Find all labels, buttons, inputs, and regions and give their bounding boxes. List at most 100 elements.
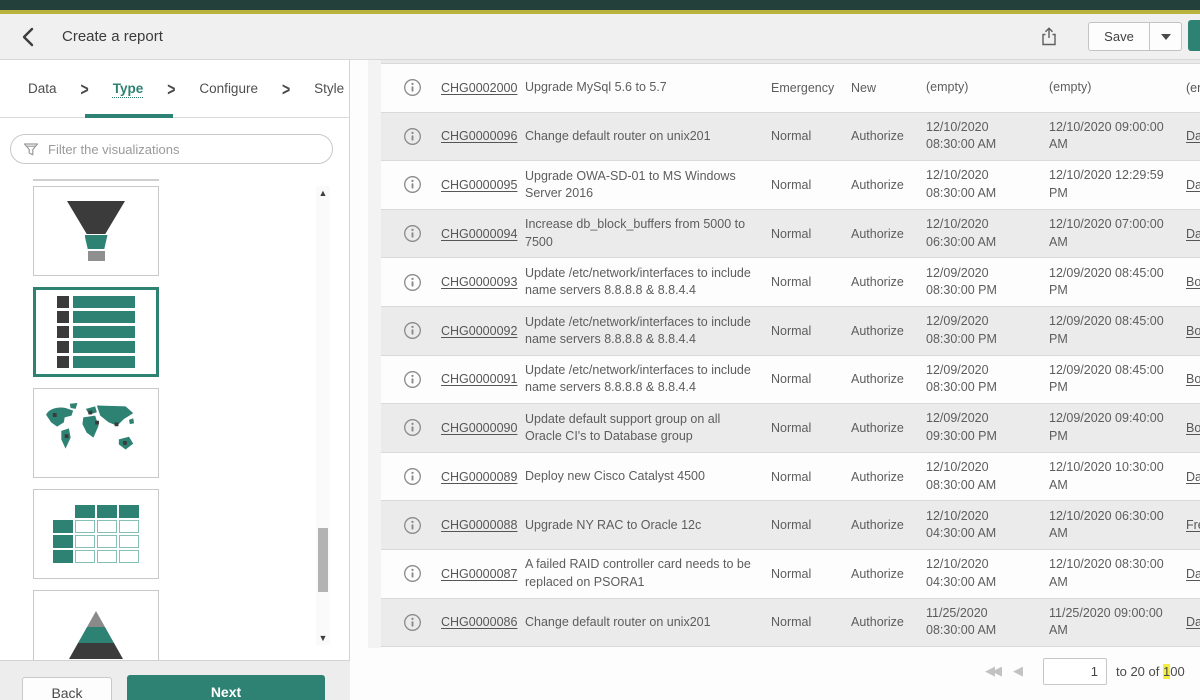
record-priority: Normal [771, 421, 851, 435]
table-row[interactable]: CHG0000086 Change default router on unix… [381, 599, 1200, 648]
record-state: Authorize [851, 372, 926, 386]
info-icon[interactable] [403, 564, 422, 583]
record-description: Deploy new Cisco Catalyst 4500 [525, 468, 771, 485]
info-icon[interactable] [403, 516, 422, 535]
table-row[interactable]: CHG0000094 Increase db_block_buffers fro… [381, 210, 1200, 259]
app-header: Create a report Save [0, 14, 1200, 60]
previous-page-icon[interactable]: ◀ [1013, 663, 1023, 679]
record-priority: Normal [771, 615, 851, 629]
info-icon[interactable] [403, 418, 422, 437]
record-assigned-link[interactable]: Dav [1186, 615, 1200, 629]
record-assigned-link[interactable]: Bow [1186, 421, 1200, 435]
info-icon[interactable] [403, 370, 422, 389]
record-number-link[interactable]: CHG0000096 [441, 129, 525, 143]
record-end-date: 12/09/2020 09:40:00 PM [1049, 410, 1186, 445]
table-row[interactable]: CHG0000095 Upgrade OWA-SD-01 to MS Windo… [381, 161, 1200, 210]
record-start-date: 12/09/2020 08:30:00 PM [926, 265, 1049, 300]
run-button-partial[interactable] [1188, 20, 1200, 51]
step-configure[interactable]: Configure [199, 81, 258, 96]
step-type[interactable]: Type [113, 81, 144, 96]
record-number-link[interactable]: CHG0000095 [441, 178, 525, 192]
table-row[interactable]: CHG0000091 Update /etc/network/interface… [381, 356, 1200, 405]
step-data[interactable]: Data [28, 81, 57, 96]
table-row[interactable]: CHG0000088 Upgrade NY RAC to Oracle 12c … [381, 501, 1200, 550]
record-assigned-link[interactable]: Bow [1186, 275, 1200, 289]
viz-thumbnail-funnel[interactable] [33, 186, 159, 276]
page-number-input[interactable] [1043, 658, 1107, 685]
record-start-date: 12/10/2020 08:30:00 AM [926, 119, 1049, 154]
record-end-date: 12/10/2020 06:30:00 AM [1049, 508, 1186, 543]
back-arrow-button[interactable] [20, 25, 42, 49]
viz-thumbnail-list[interactable] [33, 287, 159, 377]
table-row[interactable]: CHG0000096 Change default router on unix… [381, 113, 1200, 162]
record-assigned-link[interactable]: Fre [1186, 518, 1200, 532]
record-number-link[interactable]: CHG0000086 [441, 615, 525, 629]
record-start-date: 12/09/2020 08:30:00 PM [926, 362, 1049, 397]
record-number-link[interactable]: CHG0000089 [441, 470, 525, 484]
share-icon-button[interactable] [1040, 26, 1058, 47]
viz-scrollbar[interactable]: ▲ ▼ [316, 186, 330, 645]
record-number-link[interactable]: CHG0002000 [441, 81, 525, 95]
scroll-down-icon[interactable]: ▼ [316, 633, 330, 643]
record-assigned-link[interactable]: Bow [1186, 372, 1200, 386]
heatmap-table-icon [53, 505, 139, 563]
wizard-back-button[interactable]: Back [22, 677, 112, 700]
info-icon[interactable] [403, 273, 422, 292]
info-cell [403, 564, 441, 583]
record-assigned-link[interactable]: Dav [1186, 227, 1200, 241]
first-page-icon[interactable]: ◀◀ [985, 663, 999, 679]
pyramid-chart-icon [69, 611, 123, 659]
step-style[interactable]: Style [314, 81, 344, 96]
wizard-footer: Back Next [0, 660, 350, 700]
record-assigned-link[interactable]: (empty) [1186, 81, 1200, 95]
preview-scrollbar-track[interactable] [368, 60, 381, 648]
save-dropdown-button[interactable] [1149, 22, 1182, 51]
record-number-link[interactable]: CHG0000087 [441, 567, 525, 581]
record-number-link[interactable]: CHG0000090 [441, 421, 525, 435]
viz-thumbnail-world-map[interactable] [33, 388, 159, 478]
top-accent-bar [0, 0, 1200, 10]
save-button[interactable]: Save [1088, 22, 1149, 51]
table-row[interactable]: CHG0000090 Update default support group … [381, 404, 1200, 453]
app-window: Create a report Save Data > Type > Confi… [0, 0, 1200, 700]
record-number-link[interactable]: CHG0000088 [441, 518, 525, 532]
info-icon[interactable] [403, 78, 422, 97]
record-number-link[interactable]: CHG0000092 [441, 324, 525, 338]
info-cell [403, 224, 441, 243]
info-icon[interactable] [403, 613, 422, 632]
record-assigned-link[interactable]: Dav [1186, 567, 1200, 581]
record-end-date: 12/09/2020 08:45:00 PM [1049, 265, 1186, 300]
info-icon[interactable] [403, 467, 422, 486]
record-assigned-link[interactable]: Dav [1186, 178, 1200, 192]
record-priority: Normal [771, 129, 851, 143]
record-assigned-link[interactable]: Dav [1186, 129, 1200, 143]
record-number-link[interactable]: CHG0000093 [441, 275, 525, 289]
record-priority: Normal [771, 518, 851, 532]
share-icon [1040, 26, 1058, 47]
scrollbar-thumb[interactable] [318, 528, 328, 592]
table-row[interactable]: CHG0000089 Deploy new Cisco Catalyst 450… [381, 453, 1200, 502]
visualization-filter-input[interactable] [48, 142, 332, 157]
info-icon[interactable] [403, 127, 422, 146]
world-map-icon [41, 400, 151, 466]
scroll-up-icon[interactable]: ▲ [316, 188, 330, 198]
table-row[interactable]: CHG0002000 Upgrade MySql 5.6 to 5.7 Emer… [381, 64, 1200, 113]
record-number-link[interactable]: CHG0000091 [441, 372, 525, 386]
record-number-link[interactable]: CHG0000094 [441, 227, 525, 241]
viz-thumbnail-heatmap[interactable] [33, 489, 159, 579]
table-row[interactable]: CHG0000093 Update /etc/network/interface… [381, 258, 1200, 307]
record-priority: Normal [771, 275, 851, 289]
info-icon[interactable] [403, 175, 422, 194]
record-assigned-link[interactable]: Dav [1186, 470, 1200, 484]
record-state: Authorize [851, 421, 926, 435]
record-assigned-link[interactable]: Bow [1186, 324, 1200, 338]
info-icon[interactable] [403, 224, 422, 243]
wizard-next-button[interactable]: Next [127, 675, 325, 700]
info-icon[interactable] [403, 321, 422, 340]
info-cell [403, 418, 441, 437]
record-end-date: 12/10/2020 08:30:00 AM [1049, 556, 1186, 591]
record-start-date: 12/10/2020 04:30:00 AM [926, 508, 1049, 543]
table-row[interactable]: CHG0000092 Update /etc/network/interface… [381, 307, 1200, 356]
table-row[interactable]: CHG0000087 A failed RAID controller card… [381, 550, 1200, 599]
viz-thumbnail-pyramid[interactable] [33, 590, 159, 660]
